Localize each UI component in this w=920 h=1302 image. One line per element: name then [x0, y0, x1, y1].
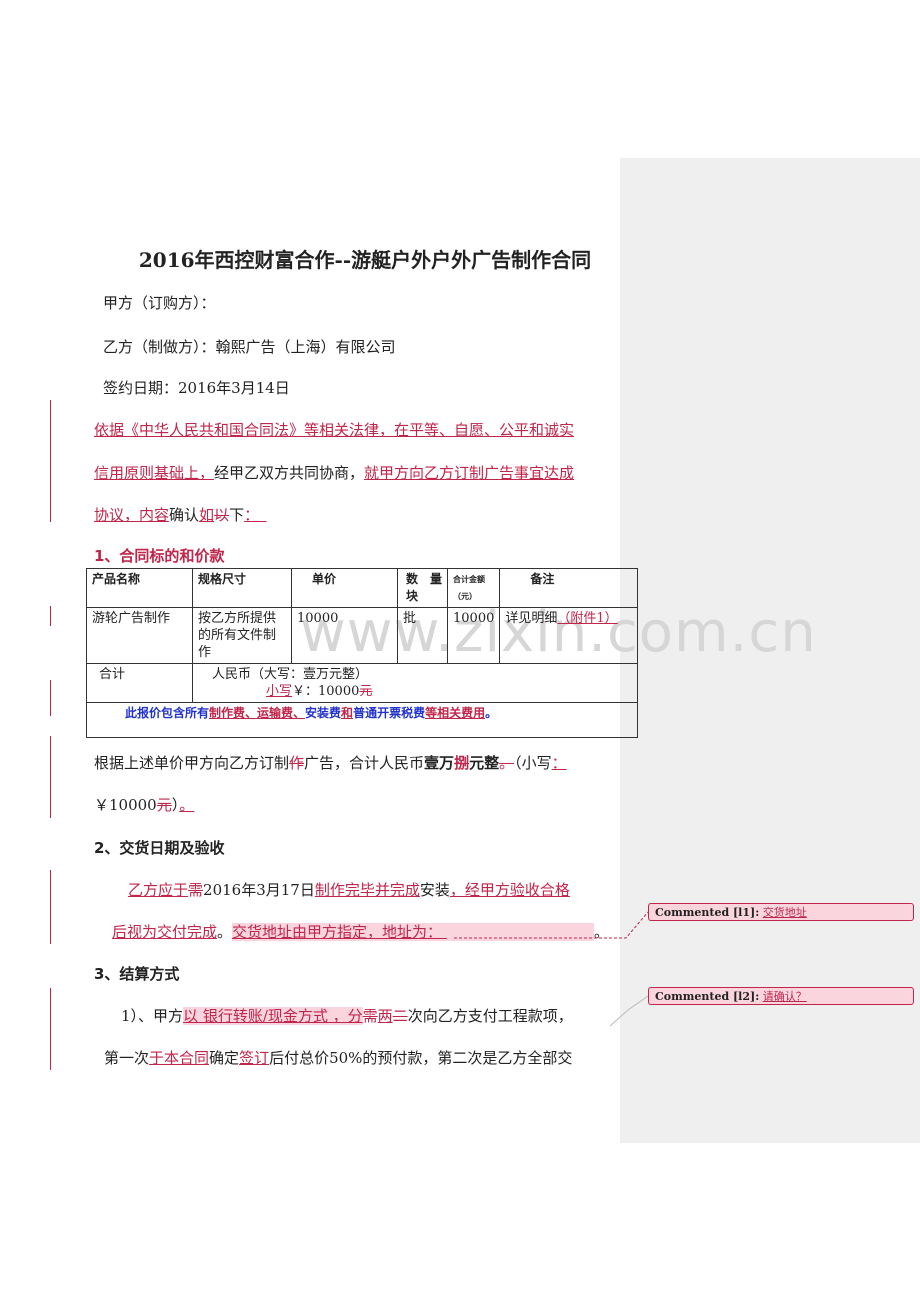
comment-label: Commented [l2]: [655, 990, 760, 1003]
comment-text: 请确认？ [762, 990, 807, 1003]
comment-1[interactable]: Commented [l1]: 交货地址 [648, 903, 914, 921]
comment-text: 交货地址 [762, 906, 807, 919]
comment-connectors [454, 911, 649, 1027]
comment-2[interactable]: Commented [l2]: 请确认？ [648, 987, 914, 1005]
comment-label: Commented [l1]: [655, 906, 760, 919]
comment-connector-2 [609, 995, 649, 1027]
comment-connector-1 [454, 911, 649, 939]
